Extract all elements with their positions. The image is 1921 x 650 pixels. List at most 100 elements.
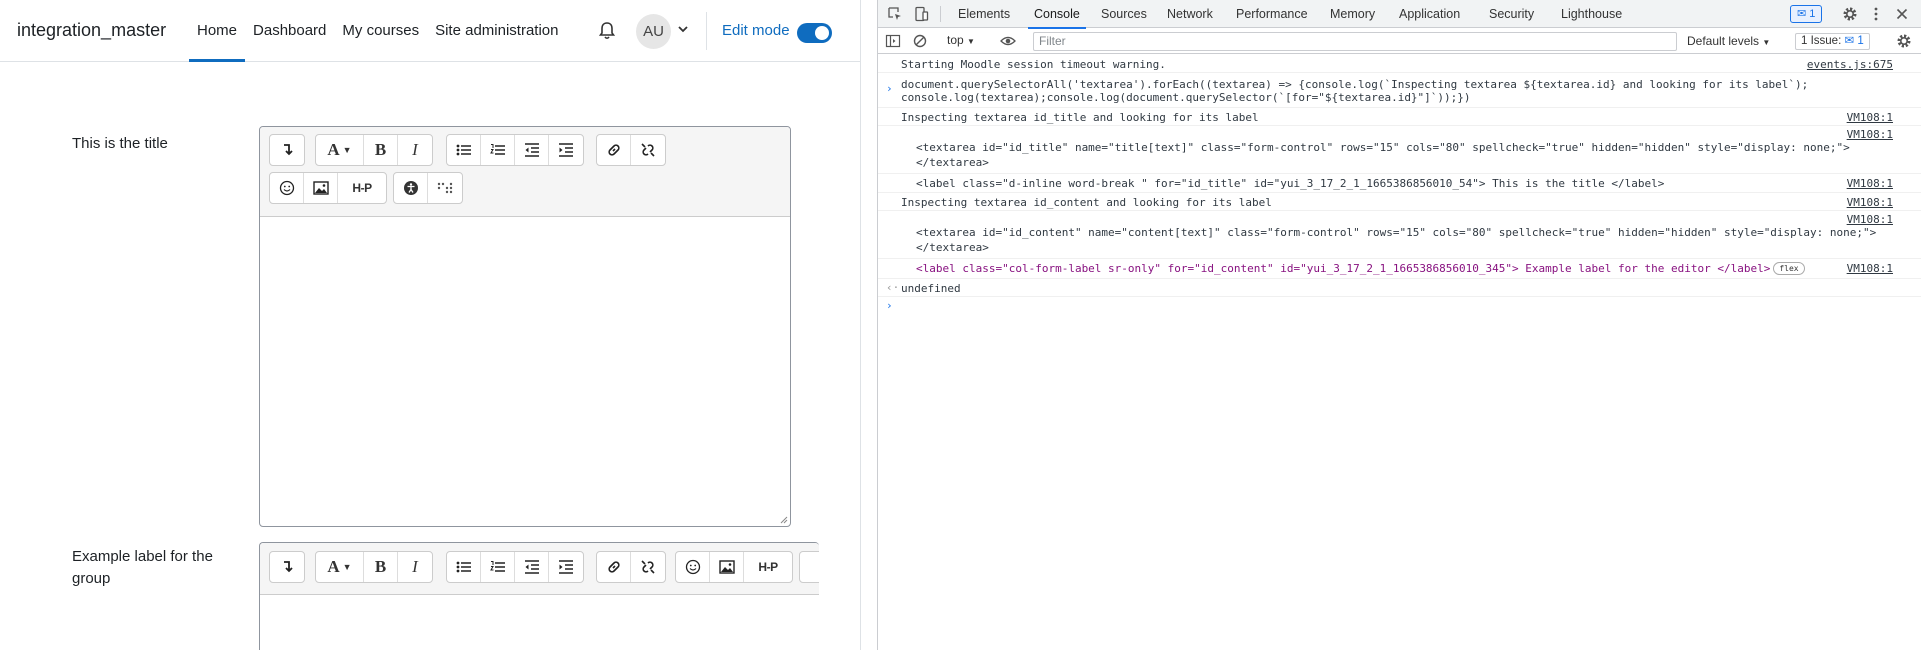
console-element-node[interactable]: <label class="col-form-label sr-only" fo… (916, 262, 1770, 275)
console-element-node[interactable]: <textarea id="id_title" name="title[text… (916, 140, 1850, 155)
toolbar-group-collapse (269, 551, 305, 583)
unlink-icon[interactable] (631, 552, 665, 582)
image-icon[interactable] (304, 173, 338, 203)
indent-icon[interactable] (549, 552, 583, 582)
link-icon[interactable] (597, 135, 631, 165)
inspect-element-icon[interactable] (887, 6, 903, 22)
tab-elements[interactable]: Elements (958, 0, 1010, 28)
title-editor-content[interactable] (260, 218, 790, 526)
bold-icon[interactable]: B (364, 135, 398, 165)
h5p-icon[interactable]: H-P (744, 552, 792, 582)
edit-mode-label[interactable]: Edit mode (722, 22, 790, 39)
tab-security[interactable]: Security (1489, 0, 1534, 28)
messages-badge[interactable]: ✉ 1 (1790, 5, 1823, 23)
primary-navigation: Home Dashboard My courses Site administr… (189, 0, 567, 62)
console-message-text: Starting Moodle session timeout warning. (901, 58, 1166, 71)
site-name[interactable]: integration_master (17, 20, 166, 41)
flex-badge[interactable]: flex (1773, 262, 1805, 275)
editor-toolbar: A ▼ B I H-P (260, 127, 790, 217)
console-source-link[interactable]: VM108:1 (1847, 127, 1893, 142)
console-element-node-close: </textarea> (916, 241, 989, 254)
ordered-list-icon[interactable] (481, 552, 515, 582)
accessibility-checker-icon[interactable] (800, 552, 819, 582)
font-color-icon[interactable]: A ▼ (316, 135, 364, 165)
edit-mode-toggle[interactable] (797, 23, 832, 43)
italic-icon[interactable]: I (398, 552, 432, 582)
bold-icon[interactable]: B (364, 552, 398, 582)
user-avatar[interactable]: AU (636, 14, 671, 49)
live-expression-eye-icon[interactable] (1000, 33, 1016, 49)
nav-dashboard[interactable]: Dashboard (245, 0, 334, 62)
console-message-text: Inspecting textarea id_title and looking… (901, 111, 1259, 124)
console-prompt[interactable]: › (878, 297, 1921, 317)
console-element-entry: <label class="col-form-label sr-only" fo… (878, 259, 1921, 279)
console-source-link[interactable]: events.js:675 (1807, 57, 1893, 72)
font-color-icon[interactable]: A ▼ (316, 552, 364, 582)
collapse-icon[interactable] (270, 135, 304, 165)
notification-bell-icon[interactable] (597, 21, 617, 41)
collapse-icon[interactable] (270, 552, 304, 582)
navbar: integration_master Home Dashboard My cou… (0, 0, 860, 62)
console-settings-gear-icon[interactable] (1896, 33, 1912, 49)
unlink-icon[interactable] (631, 135, 665, 165)
content-editor: A ▼ B I H-P (259, 542, 819, 650)
device-toolbar-icon[interactable] (913, 6, 929, 22)
unordered-list-icon[interactable] (447, 135, 481, 165)
log-levels-dropdown[interactable]: Default levels ▼ (1687, 34, 1770, 48)
tab-network[interactable]: Network (1167, 0, 1213, 28)
tab-memory[interactable]: Memory (1330, 0, 1375, 28)
chevron-right-icon: › (886, 82, 893, 95)
italic-icon[interactable]: I (398, 135, 432, 165)
tab-application[interactable]: Application (1399, 0, 1460, 28)
console-element-entry: VM108:1 <textarea id="id_title" name="ti… (878, 126, 1921, 174)
h5p-icon[interactable]: H-P (338, 173, 386, 203)
context-select[interactable]: top ▼ (947, 33, 975, 47)
outdent-icon[interactable] (515, 135, 549, 165)
emoji-icon[interactable] (270, 173, 304, 203)
tab-performance[interactable]: Performance (1236, 0, 1308, 28)
messages-count: 1 (1809, 8, 1816, 20)
indent-icon[interactable] (549, 135, 583, 165)
editor-toolbar: A ▼ B I H-P (260, 543, 819, 595)
settings-gear-icon[interactable] (1842, 6, 1858, 22)
unordered-list-icon[interactable] (447, 552, 481, 582)
more-options-icon[interactable] (1868, 6, 1884, 22)
screenreader-helper-icon[interactable] (428, 173, 462, 203)
clear-console-icon[interactable] (912, 33, 928, 49)
console-source-link[interactable]: VM108:1 (1847, 176, 1893, 191)
emoji-icon[interactable] (676, 552, 710, 582)
outdent-icon[interactable] (515, 552, 549, 582)
accessibility-checker-icon[interactable] (394, 173, 428, 203)
toolbar-group-lists (446, 551, 584, 583)
console-element-node[interactable]: <label class="d-inline word-break " for=… (916, 176, 1664, 191)
toolbar-group-media: H-P (675, 551, 793, 583)
context-value: top (947, 33, 964, 47)
console-source-link[interactable]: VM108:1 (1847, 195, 1893, 210)
ordered-list-icon[interactable] (481, 135, 515, 165)
filter-input[interactable]: Filter (1033, 32, 1677, 51)
title-editor: A ▼ B I H-P (259, 126, 791, 527)
resize-handle-icon[interactable] (780, 516, 788, 524)
image-icon[interactable] (710, 552, 744, 582)
console-source-link[interactable]: VM108:1 (1847, 261, 1893, 276)
nav-home[interactable]: Home (189, 0, 246, 62)
sidebar-toggle-icon[interactable] (885, 33, 901, 49)
tab-sources[interactable]: Sources (1101, 0, 1147, 28)
nav-my-courses[interactable]: My courses (334, 0, 427, 62)
toolbar-group-accessibility (799, 551, 819, 583)
console-element-node[interactable]: <textarea id="id_content" name="content[… (916, 225, 1876, 240)
close-icon[interactable] (1894, 6, 1910, 22)
tab-console[interactable]: Console (1028, 0, 1086, 29)
issues-button[interactable]: 1 Issue: ✉ 1 (1795, 33, 1870, 50)
chevron-down-icon[interactable] (677, 23, 689, 35)
tab-lighthouse[interactable]: Lighthouse (1561, 0, 1622, 28)
console-message: Starting Moodle session timeout warning.… (878, 55, 1921, 73)
console-source-link[interactable]: VM108:1 (1847, 110, 1893, 125)
nav-site-administration[interactable]: Site administration (427, 0, 566, 62)
toolbar-group-media: H-P (269, 172, 387, 204)
toolbar-group-accessibility (393, 172, 463, 204)
issues-button-count: 1 (1857, 35, 1864, 47)
link-icon[interactable] (597, 552, 631, 582)
toolbar-group-links (596, 551, 666, 583)
console-message: Inspecting textarea id_title and looking… (878, 108, 1921, 126)
